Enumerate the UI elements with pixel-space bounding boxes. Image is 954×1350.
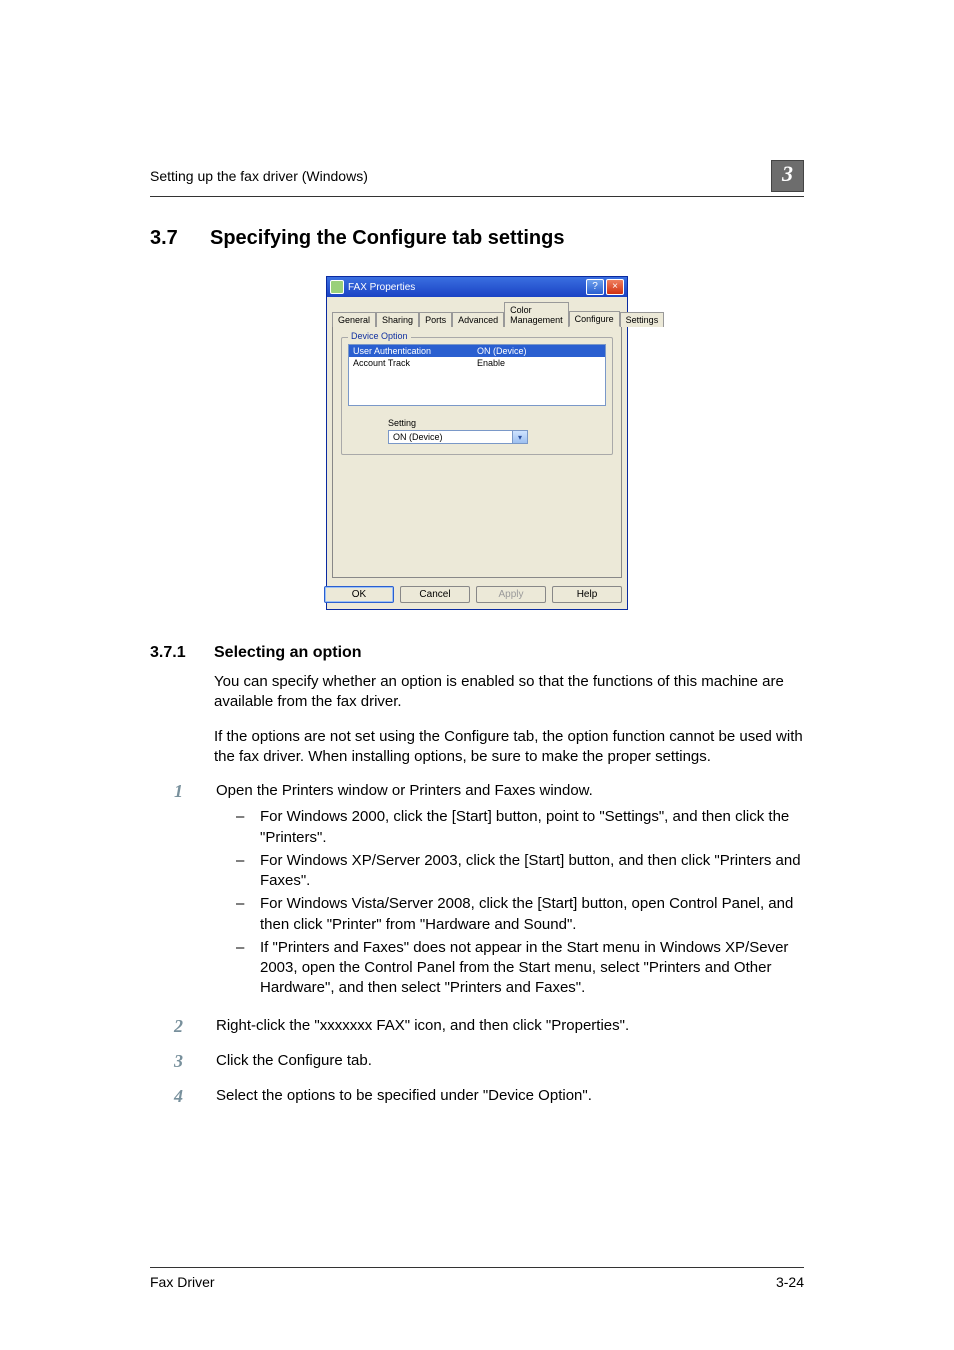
tab-general[interactable]: General xyxy=(332,312,376,327)
tab-pane: Device Option User Authentication ON (De… xyxy=(332,327,622,578)
option-value: Enable xyxy=(477,358,601,368)
page-footer: Fax Driver 3-24 xyxy=(150,1267,804,1290)
step-number: 4 xyxy=(174,1086,192,1107)
sub-bullet: –For Windows XP/Server 2003, click the [… xyxy=(236,851,804,892)
group-title: Device Option xyxy=(348,331,411,341)
paragraph: If the options are not set using the Con… xyxy=(214,727,804,768)
subsection-number: 3.7.1 xyxy=(150,644,194,662)
section-number: 3.7 xyxy=(150,227,184,250)
setting-value: ON (Device) xyxy=(389,431,512,443)
device-option-list[interactable]: User Authentication ON (Device) Account … xyxy=(348,344,606,406)
step-text: Select the options to be specified under… xyxy=(216,1087,592,1104)
dialog-tabs: General Sharing Ports Advanced Color Man… xyxy=(332,301,622,327)
help-icon[interactable]: ? xyxy=(586,279,604,295)
tab-advanced[interactable]: Advanced xyxy=(452,312,504,327)
subsection-title: Selecting an option xyxy=(214,644,362,662)
list-item[interactable]: Account Track Enable xyxy=(349,357,605,369)
device-option-group: Device Option User Authentication ON (De… xyxy=(341,337,613,455)
list-item[interactable]: User Authentication ON (Device) xyxy=(349,345,605,357)
footer-left: Fax Driver xyxy=(150,1274,215,1290)
option-value: ON (Device) xyxy=(477,346,601,356)
sub-bullet: –For Windows Vista/Server 2008, click th… xyxy=(236,894,804,935)
step-text: Click the Configure tab. xyxy=(216,1052,372,1069)
tab-configure[interactable]: Configure xyxy=(569,311,620,327)
dialog-button-row: OK Cancel Apply Help xyxy=(332,586,622,603)
cancel-button[interactable]: Cancel xyxy=(400,586,470,603)
section-title: Specifying the Configure tab settings xyxy=(210,227,564,250)
tab-ports[interactable]: Ports xyxy=(419,312,452,327)
properties-dialog: FAX Properties ? × General Sharing Ports… xyxy=(326,276,628,610)
paragraph: You can specify whether an option is ena… xyxy=(214,672,804,713)
chevron-down-icon[interactable]: ▾ xyxy=(512,431,527,443)
tab-settings[interactable]: Settings xyxy=(620,312,665,327)
bullet-text: For Windows XP/Server 2003, click the [S… xyxy=(260,851,804,892)
step-text: Right-click the "xxxxxxx FAX" icon, and … xyxy=(216,1017,629,1034)
bullet-text: For Windows 2000, click the [Start] butt… xyxy=(260,807,804,848)
option-name: Account Track xyxy=(353,358,477,368)
step-number: 1 xyxy=(174,781,192,1002)
subsection-heading: 3.7.1 Selecting an option xyxy=(150,644,804,662)
sub-bullet: –For Windows 2000, click the [Start] but… xyxy=(236,807,804,848)
step-1: 1 Open the Printers window or Printers a… xyxy=(174,781,804,1002)
section-heading: 3.7 Specifying the Configure tab setting… xyxy=(150,227,804,250)
bullet-text: If "Printers and Faxes" does not appear … xyxy=(260,938,804,999)
setting-label: Setting xyxy=(388,418,528,428)
setting-dropdown[interactable]: ON (Device) ▾ xyxy=(388,430,528,444)
running-header: Setting up the fax driver (Windows) 3 xyxy=(150,160,804,197)
dialog-titlebar: FAX Properties ? × xyxy=(327,277,627,297)
apply-button: Apply xyxy=(476,586,546,603)
step-4: 4 Select the options to be specified und… xyxy=(174,1086,804,1107)
running-header-title: Setting up the fax driver (Windows) xyxy=(150,168,368,184)
chapter-badge: 3 xyxy=(771,160,804,192)
step-2: 2 Right-click the "xxxxxxx FAX" icon, an… xyxy=(174,1016,804,1037)
tab-sharing[interactable]: Sharing xyxy=(376,312,419,327)
tab-color-management[interactable]: Color Management xyxy=(504,302,569,327)
close-icon[interactable]: × xyxy=(606,279,624,295)
footer-right: 3-24 xyxy=(776,1274,804,1290)
dialog-help-button[interactable]: Help xyxy=(552,586,622,603)
ok-button[interactable]: OK xyxy=(324,586,394,603)
step-text: Open the Printers window or Printers and… xyxy=(216,782,593,799)
step-number: 2 xyxy=(174,1016,192,1037)
step-number: 3 xyxy=(174,1051,192,1072)
dialog-screenshot: FAX Properties ? × General Sharing Ports… xyxy=(150,276,804,610)
dialog-title: FAX Properties xyxy=(348,282,415,293)
step-3: 3 Click the Configure tab. xyxy=(174,1051,804,1072)
bullet-text: For Windows Vista/Server 2008, click the… xyxy=(260,894,804,935)
setting-block: Setting ON (Device) ▾ xyxy=(388,418,528,444)
option-name: User Authentication xyxy=(353,346,477,356)
sub-bullet: –If "Printers and Faxes" does not appear… xyxy=(236,938,804,999)
dialog-icon xyxy=(330,280,344,294)
